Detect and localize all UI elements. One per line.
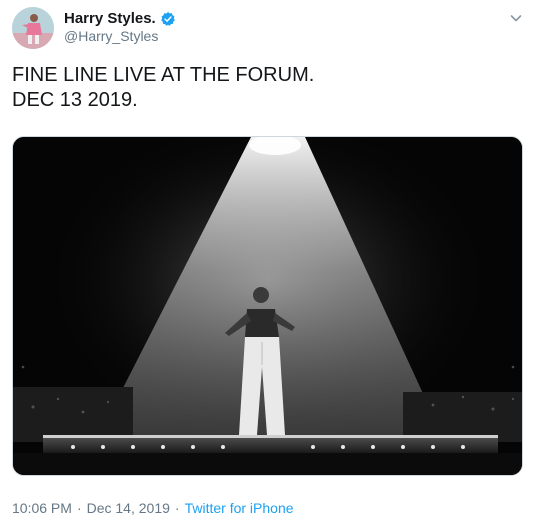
- tweet-meta: 10:06 PM · Dec 14, 2019 · Twitter for iP…: [12, 500, 294, 516]
- meta-separator: ·: [76, 500, 82, 516]
- concert-photo: [13, 137, 522, 475]
- avatar-image: [12, 7, 54, 49]
- chevron-down-icon[interactable]: [508, 10, 524, 26]
- tweet-photo[interactable]: [12, 136, 523, 476]
- author-handle[interactable]: @Harry_Styles: [64, 28, 158, 44]
- avatar[interactable]: [12, 7, 54, 49]
- tweet-text: FINE LINE LIVE AT THE FORUM. DEC 13 2019…: [12, 64, 315, 111]
- tweet-source-link[interactable]: Twitter for iPhone: [185, 500, 294, 516]
- display-name[interactable]: Harry Styles.: [64, 10, 156, 27]
- verified-badge-icon: [160, 11, 175, 26]
- meta-separator: ·: [174, 500, 180, 516]
- tweet-card: Harry Styles. @Harry_Styles FINE LINE LI…: [0, 0, 540, 526]
- tweet-date[interactable]: Dec 14, 2019: [87, 500, 170, 516]
- tweet-time[interactable]: 10:06 PM: [12, 500, 72, 516]
- author-name-row[interactable]: Harry Styles.: [64, 10, 176, 27]
